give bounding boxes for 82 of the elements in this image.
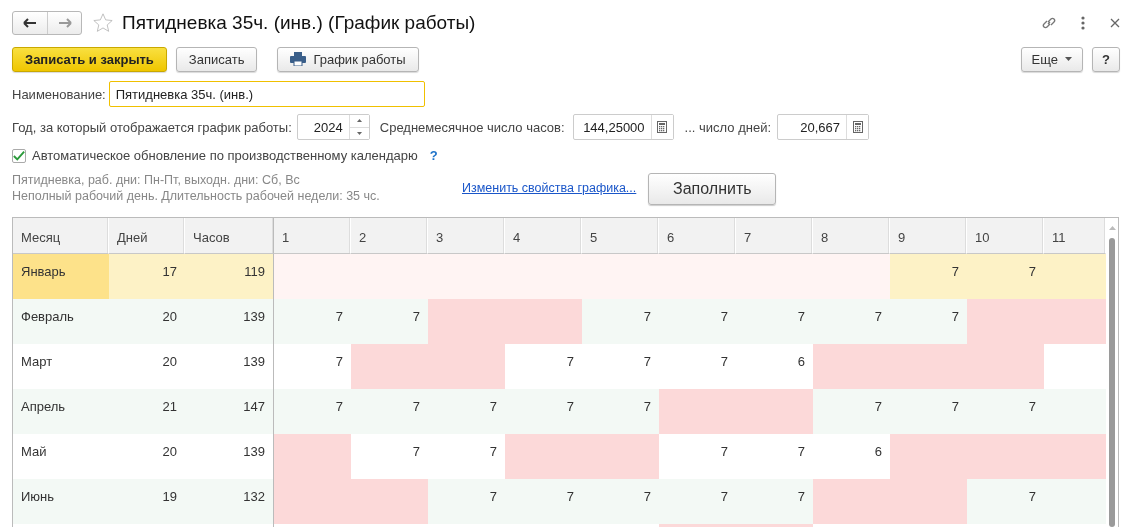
calculator-field[interactable]: 20,667 — [777, 114, 869, 140]
checkbox-label: Автоматическое обновление по производственному календарю — [32, 148, 418, 163]
table-cell: 7 — [967, 389, 1044, 434]
column-header[interactable]: 6 — [659, 218, 736, 254]
table-cell: 20 — [109, 299, 185, 344]
caret-icon — [1065, 57, 1073, 61]
field-label: Среднемесячное число часов: — [379, 119, 565, 135]
fill-button[interactable]: Заполнить — [648, 173, 777, 205]
table-cell: 7 — [813, 389, 890, 434]
table-cell: 7 — [967, 479, 1044, 524]
field-label: Наименование: — [12, 86, 106, 102]
column-header[interactable]: 3 — [428, 218, 505, 254]
column-header[interactable]: 1 — [274, 218, 351, 254]
table-cell: 147 — [185, 389, 274, 434]
year-input[interactable]: 2024 — [297, 115, 349, 139]
table-cell: 132 — [185, 479, 274, 524]
name-field[interactable]: Пятидневка 35ч. (инв.) — [109, 82, 424, 106]
table-cell: 7 — [351, 389, 428, 434]
month-cell[interactable]: Февраль — [13, 299, 109, 344]
calculator-field[interactable]: 144,25000 — [572, 114, 674, 140]
table-cell: 7 — [890, 254, 967, 299]
column-header[interactable]: 4 — [505, 218, 582, 254]
table-cell: 7 — [736, 479, 813, 524]
change-properties-link[interactable]: Изменить свойства графика... — [462, 181, 637, 195]
table-cell: 7 — [274, 389, 351, 434]
table-cell: 7 — [582, 389, 659, 434]
schedule-description: Пятидневка, раб. дни: Пн-Пт, выходн. дни: Сб, Вс — [12, 173, 301, 187]
table-cell: 7 — [736, 299, 813, 344]
column-header[interactable]: 8 — [813, 218, 890, 254]
average-days-input[interactable]: 20,667 — [778, 115, 846, 139]
calculator-icon — [852, 121, 863, 133]
table-cell: 7 — [505, 479, 582, 524]
table-cell: 7 — [428, 479, 505, 524]
field-label: ... число дней: — [684, 119, 771, 135]
year-spin-field[interactable]: 2024 — [296, 114, 370, 140]
column-header[interactable]: 10 — [967, 218, 1044, 254]
table-cell: 7 — [813, 299, 890, 344]
help-link[interactable]: ? — [429, 148, 438, 163]
column-header[interactable]: 5 — [582, 218, 659, 254]
field-label: Год, за который отображается график работы: — [12, 119, 292, 135]
window-title: Пятидневка 35ч. (инв.) (График работы) — [122, 12, 476, 34]
table-cell: 19 — [109, 479, 185, 524]
printer-icon — [290, 52, 307, 66]
print-button[interactable]: График работы — [277, 46, 419, 72]
column-header[interactable]: 2 — [351, 218, 428, 254]
month-cell[interactable]: Январь — [13, 254, 109, 299]
column-header[interactable]: Месяц — [13, 218, 109, 254]
column-header[interactable]: 9 — [890, 218, 967, 254]
table-cell: 21 — [109, 389, 185, 434]
star-icon[interactable] — [92, 12, 114, 34]
more-button[interactable]: Еще — [1020, 46, 1084, 72]
column-header[interactable]: Дней — [109, 218, 185, 254]
scrollbar-thumb[interactable] — [1109, 238, 1115, 527]
month-cell[interactable]: Июнь — [13, 479, 109, 524]
average-hours-input[interactable]: 144,25000 — [573, 115, 651, 139]
save-close-button[interactable]: Записать и закрыть — [12, 46, 167, 72]
table-cell: 119 — [185, 254, 274, 299]
left-arrow-icon — [23, 18, 37, 28]
table-cell: 139 — [185, 299, 274, 344]
save-button[interactable]: Записать — [175, 46, 258, 72]
table-cell: 7 — [659, 479, 736, 524]
table-cell: 7 — [351, 299, 428, 344]
calculator-icon — [657, 121, 668, 133]
column-header[interactable]: Часов — [185, 218, 274, 254]
column-header[interactable]: 7 — [736, 218, 813, 254]
table-cell: 7 — [890, 299, 967, 344]
schedule-description: Неполный рабочий день. Длительность рабочей недели: 35 чс. — [12, 189, 381, 203]
table-cell: 7 — [428, 389, 505, 434]
table-cell: 7 — [505, 389, 582, 434]
table-cell: 7 — [890, 389, 967, 434]
table-cell: 7 — [659, 299, 736, 344]
table-cell: 7 — [967, 254, 1044, 299]
month-cell[interactable]: Апрель — [13, 389, 109, 434]
checkbox[interactable] — [12, 148, 26, 163]
table-cell: 7 — [582, 479, 659, 524]
right-arrow-icon — [57, 18, 72, 28]
table-cell: 7 — [582, 299, 659, 344]
table-cell: 17 — [109, 254, 185, 299]
table-cell: 7 — [274, 299, 351, 344]
help-button[interactable]: ? — [1092, 46, 1120, 72]
column-header[interactable]: 11 — [1044, 218, 1106, 254]
scroll-up-icon[interactable] — [1108, 226, 1116, 230]
